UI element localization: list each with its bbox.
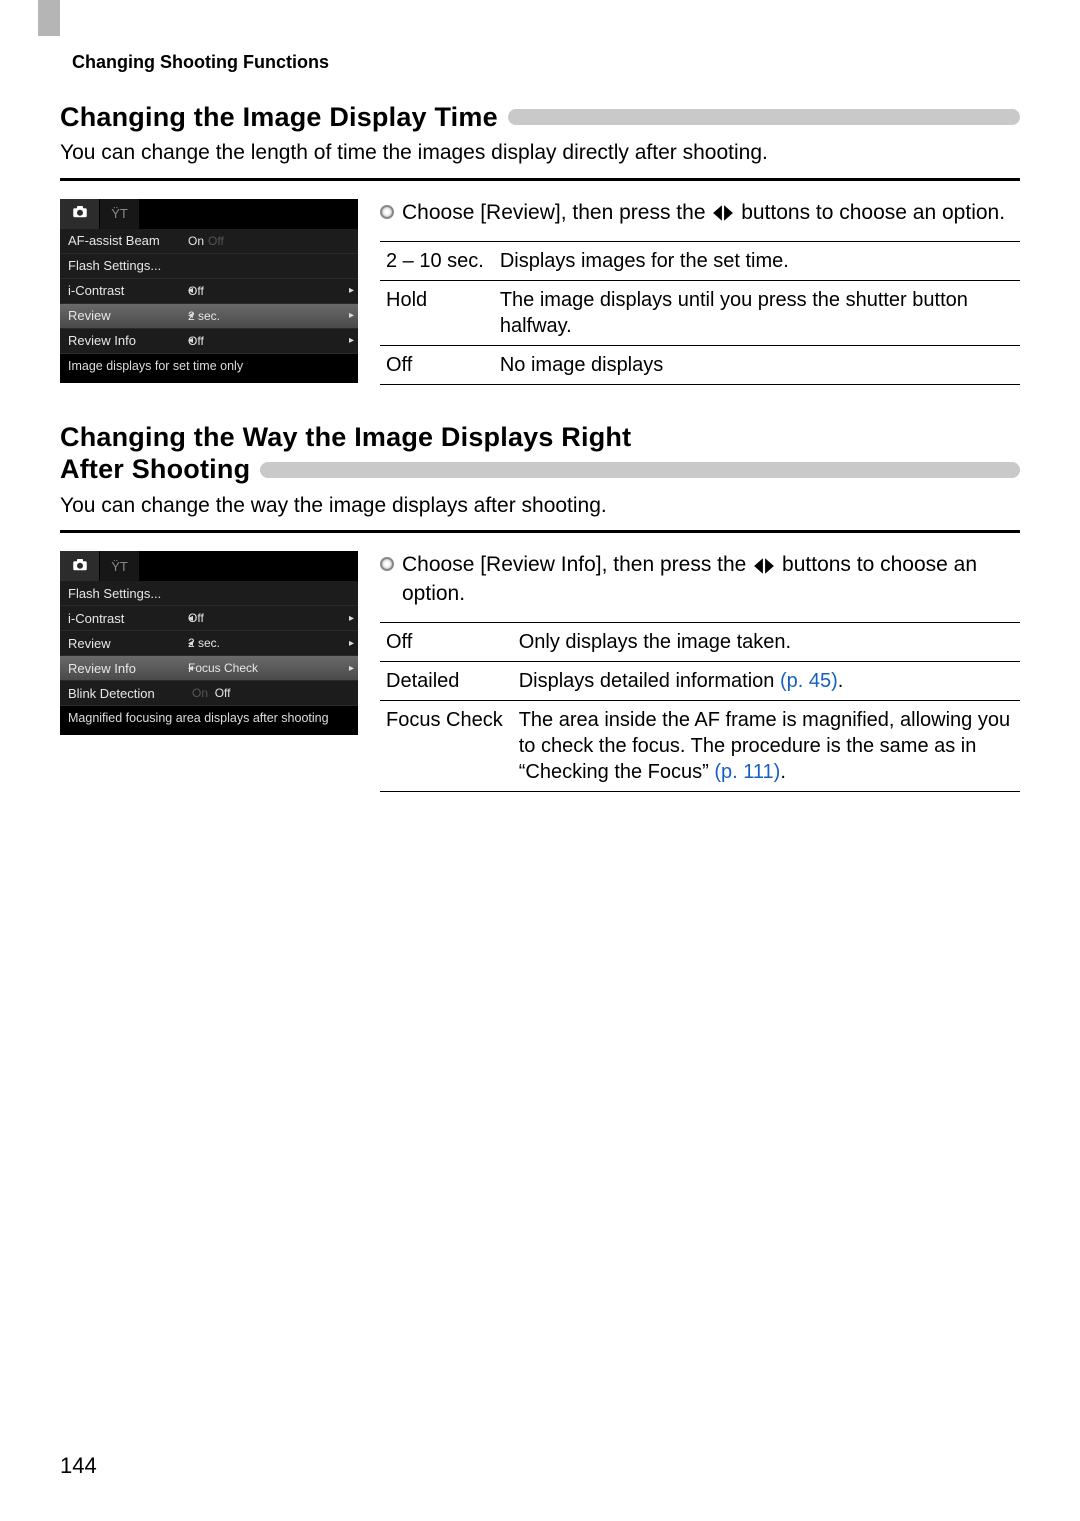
table-row: Detailed Displays detailed information (… [380, 661, 1020, 700]
lcd-label: Review [68, 636, 188, 651]
option-name: Hold [380, 281, 494, 346]
tools-icon: ŸT [111, 559, 128, 574]
option-desc: No image displays [494, 346, 1020, 385]
option-desc: The area inside the AF frame is magnifie… [513, 700, 1020, 791]
bullet-icon [380, 557, 394, 571]
camera-lcd-review-info: ŸT Flash Settings... ◂ i-Contrast Off ▸ … [60, 551, 358, 735]
option-name: Detailed [380, 661, 513, 700]
heading-accent-bar [508, 109, 1020, 125]
lcd-tab-tools: ŸT [100, 199, 140, 229]
lcd-hint: Magnified focusing area displays after s… [60, 706, 358, 731]
lcd-item: ◂ Review Info Off ▸ [60, 329, 358, 354]
instruction-step: Choose [Review Info], then press the but… [380, 551, 1020, 608]
lcd-item: ◂ Review 2 sec. ▸ [60, 631, 358, 656]
table-row: Hold The image displays until you press … [380, 281, 1020, 346]
heading-text-line2: After Shooting [60, 453, 250, 485]
tools-icon: ŸT [111, 206, 128, 221]
table-row: Off Only displays the image taken. [380, 622, 1020, 661]
lcd-label: Review Info [68, 661, 188, 676]
option-name: Focus Check [380, 700, 513, 791]
lcd-value: OnOff [188, 234, 224, 248]
lcd-tab-camera [60, 199, 100, 229]
intro-text: You can change the way the image display… [60, 492, 1020, 520]
lcd-value: On Off [188, 686, 230, 700]
heading-text-line1: Changing the Way the Image Displays Righ… [60, 421, 1020, 453]
lcd-tab-tools: ŸT [100, 551, 140, 581]
lcd-item: AF-assist Beam OnOff [60, 229, 358, 254]
left-right-buttons-icon [753, 557, 775, 575]
arrow-right-icon: ▸ [349, 335, 354, 346]
arrow-right-icon: ▸ [349, 613, 354, 624]
instruction-text: Choose [Review], then press the buttons … [402, 199, 1005, 227]
instruction-step: Choose [Review], then press the buttons … [380, 199, 1020, 227]
left-right-buttons-icon [712, 204, 734, 222]
option-name: Off [380, 622, 513, 661]
lcd-item: ◂ i-Contrast Off ▸ [60, 606, 358, 631]
lcd-item: Blink Detection On Off [60, 681, 358, 706]
lcd-item: ◂ i-Contrast Off ▸ [60, 279, 358, 304]
table-row: Focus Check The area inside the AF frame… [380, 700, 1020, 791]
lcd-tab-camera [60, 551, 100, 581]
arrow-right-icon: ▸ [349, 663, 354, 674]
arrow-right-icon: ▸ [349, 638, 354, 649]
camera-icon [71, 203, 89, 224]
section-divider [60, 530, 1020, 533]
option-desc: Displays images for the set time. [494, 242, 1020, 281]
arrow-left-icon: ◂ [188, 310, 193, 321]
page-reference[interactable]: (p. 45) [780, 670, 838, 692]
arrow-left-icon: ◂ [188, 285, 193, 296]
page-number: 144 [60, 1453, 97, 1479]
arrow-right-icon: ▸ [349, 310, 354, 321]
page-reference[interactable]: (p. 111) [714, 761, 780, 783]
lcd-label: i-Contrast [68, 611, 188, 626]
lcd-item-selected: ◂ Review Info Focus Check ▸ [60, 656, 358, 681]
table-row: Off No image displays [380, 346, 1020, 385]
instruction-text: Choose [Review Info], then press the but… [402, 551, 1020, 608]
option-name: Off [380, 346, 494, 385]
lcd-label: Review [68, 308, 188, 323]
lcd-item: Flash Settings... [60, 254, 358, 279]
camera-lcd-review: ŸT AF-assist Beam OnOff Flash Settings..… [60, 199, 358, 383]
option-desc: Displays detailed information (p. 45). [513, 661, 1020, 700]
section-heading-review-info: Changing the Way the Image Displays Righ… [60, 421, 1020, 486]
section-divider [60, 178, 1020, 181]
lcd-value: Focus Check [188, 661, 258, 675]
arrow-left-icon: ◂ [188, 613, 193, 624]
option-desc: Only displays the image taken. [513, 622, 1020, 661]
lcd-item-selected: ◂ Review 2 sec. ▸ [60, 304, 358, 329]
lcd-label: Flash Settings... [68, 258, 188, 273]
lcd-label: Blink Detection [68, 686, 188, 701]
heading-accent-bar [260, 462, 1020, 478]
running-header: Changing Shooting Functions [72, 52, 1020, 73]
lcd-label: Flash Settings... [68, 586, 188, 601]
lcd-hint: Image displays for set time only [60, 354, 358, 379]
camera-icon [71, 556, 89, 577]
lcd-label: i-Contrast [68, 283, 188, 298]
bullet-icon [380, 205, 394, 219]
option-name: 2 – 10 sec. [380, 242, 494, 281]
arrow-left-icon: ◂ [188, 663, 193, 674]
options-table-review: 2 – 10 sec. Displays images for the set … [380, 241, 1020, 385]
page-tab [38, 0, 60, 36]
lcd-label: Review Info [68, 333, 188, 348]
table-row: 2 – 10 sec. Displays images for the set … [380, 242, 1020, 281]
lcd-item: Flash Settings... [60, 581, 358, 606]
intro-text: You can change the length of time the im… [60, 139, 1020, 167]
arrow-left-icon: ◂ [188, 335, 193, 346]
options-table-review-info: Off Only displays the image taken. Detai… [380, 622, 1020, 792]
lcd-label: AF-assist Beam [68, 233, 188, 248]
option-desc: The image displays until you press the s… [494, 281, 1020, 346]
arrow-right-icon: ▸ [349, 285, 354, 296]
heading-text: Changing the Image Display Time [60, 101, 498, 133]
arrow-left-icon: ◂ [188, 638, 193, 649]
section-heading-display-time: Changing the Image Display Time [60, 101, 1020, 133]
